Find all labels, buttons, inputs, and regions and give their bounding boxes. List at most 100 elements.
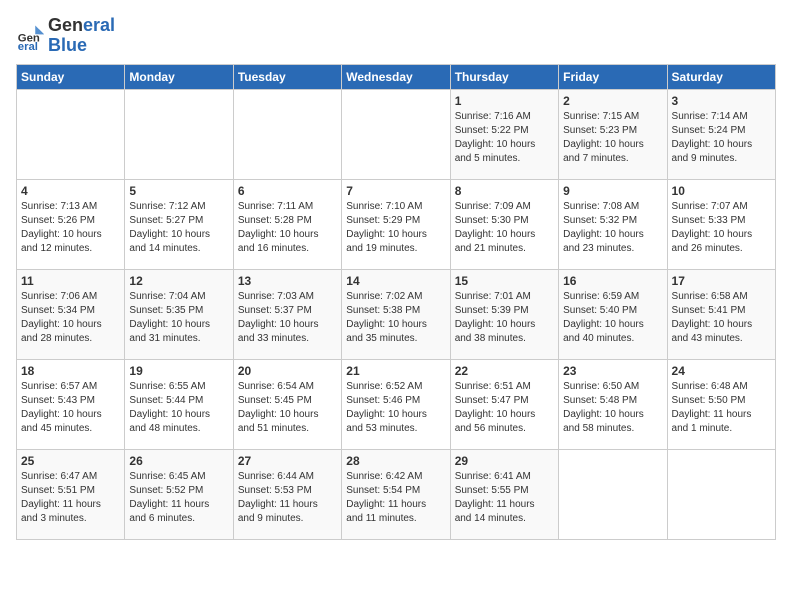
calendar-cell: 15 Sunrise: 7:01 AMSunset: 5:39 PMDayligh…	[450, 269, 558, 359]
calendar-cell: 29 Sunrise: 6:41 AMSunset: 5:55 PMDayligh…	[450, 449, 558, 539]
day-number: 12	[129, 274, 228, 288]
day-number: 11	[21, 274, 120, 288]
day-info: Sunrise: 7:13 AMSunset: 5:26 PMDaylight:…	[21, 200, 120, 256]
calendar-cell: 10Sunrise: 7:07 AMSunset: 5:33 PMDayligh…	[667, 179, 775, 269]
day-info: Sunrise: 6:58 AMSunset: 5:41 PMDaylight:…	[672, 290, 771, 346]
calendar-cell: 22Sunrise: 6:51 AMSunset: 5:47 PMDayligh…	[450, 359, 558, 449]
calendar-cell: 2 Sunrise: 7:15 AMSunset: 5:23 PMDaylight…	[559, 89, 667, 179]
calendar-week-row: 18 Sunrise: 6:57 AMSunset: 5:43 PMDayligh…	[17, 359, 776, 449]
calendar-cell: 19Sunrise: 6:55 AMSunset: 5:44 PMDayligh…	[125, 359, 233, 449]
day-info: Sunrise: 6:45 AMSunset: 5:52 PMDaylight:…	[129, 470, 228, 526]
weekday-header: Saturday	[667, 64, 775, 89]
calendar-cell: 24Sunrise: 6:48 AMSunset: 5:50 PMDayligh…	[667, 359, 775, 449]
day-number: 15	[455, 274, 554, 288]
day-number: 8	[455, 184, 554, 198]
day-number: 6	[238, 184, 337, 198]
day-number: 27	[238, 454, 337, 468]
day-number: 21	[346, 364, 445, 378]
calendar-cell: 21 Sunrise: 6:52 AMSunset: 5:46 PMDayligh…	[342, 359, 450, 449]
day-info: Sunrise: 6:50 AMSunset: 5:48 PMDaylight:…	[563, 380, 662, 436]
calendar-cell	[233, 89, 341, 179]
day-info: Sunrise: 7:15 AMSunset: 5:23 PMDaylight:…	[563, 110, 662, 166]
calendar-cell: 17 Sunrise: 6:58 AMSunset: 5:41 PMDayligh…	[667, 269, 775, 359]
day-info: Sunrise: 7:01 AMSunset: 5:39 PMDaylight:…	[455, 290, 554, 346]
svg-text:eral: eral	[18, 41, 38, 50]
calendar-cell: 9 Sunrise: 7:08 AMSunset: 5:32 PMDaylight…	[559, 179, 667, 269]
calendar-cell: 14 Sunrise: 7:02 AMSunset: 5:38 PMDayligh…	[342, 269, 450, 359]
day-info: Sunrise: 6:52 AMSunset: 5:46 PMDaylight:…	[346, 380, 445, 436]
day-number: 20	[238, 364, 337, 378]
day-number: 18	[21, 364, 120, 378]
calendar-cell: 13Sunrise: 7:03 AMSunset: 5:37 PMDayligh…	[233, 269, 341, 359]
calendar-cell: 26 Sunrise: 6:45 AMSunset: 5:52 PMDayligh…	[125, 449, 233, 539]
day-number: 16	[563, 274, 662, 288]
day-info: Sunrise: 7:02 AMSunset: 5:38 PMDaylight:…	[346, 290, 445, 346]
day-number: 4	[21, 184, 120, 198]
calendar-cell	[17, 89, 125, 179]
page-header: Gen eral General Blue	[16, 16, 776, 56]
day-info: Sunrise: 6:59 AMSunset: 5:40 PMDaylight:…	[563, 290, 662, 346]
calendar-cell: 18 Sunrise: 6:57 AMSunset: 5:43 PMDayligh…	[17, 359, 125, 449]
day-info: Sunrise: 6:42 AMSunset: 5:54 PMDaylight:…	[346, 470, 445, 526]
calendar-cell	[342, 89, 450, 179]
day-info: Sunrise: 7:16 AMSunset: 5:22 PMDaylight:…	[455, 110, 554, 166]
day-number: 28	[346, 454, 445, 468]
day-number: 17	[672, 274, 771, 288]
calendar-week-row: 25Sunrise: 6:47 AMSunset: 5:51 PMDayligh…	[17, 449, 776, 539]
day-number: 5	[129, 184, 228, 198]
calendar-cell: 25Sunrise: 6:47 AMSunset: 5:51 PMDayligh…	[17, 449, 125, 539]
day-info: Sunrise: 7:06 AMSunset: 5:34 PMDaylight:…	[21, 290, 120, 346]
calendar-cell	[559, 449, 667, 539]
calendar-cell: 23Sunrise: 6:50 AMSunset: 5:48 PMDayligh…	[559, 359, 667, 449]
calendar-cell: 3 Sunrise: 7:14 AMSunset: 5:24 PMDaylight…	[667, 89, 775, 179]
day-info: Sunrise: 7:03 AMSunset: 5:37 PMDaylight:…	[238, 290, 337, 346]
day-number: 29	[455, 454, 554, 468]
weekday-header: Tuesday	[233, 64, 341, 89]
logo-text: General Blue	[48, 16, 115, 56]
day-info: Sunrise: 7:14 AMSunset: 5:24 PMDaylight:…	[672, 110, 771, 166]
day-info: Sunrise: 7:04 AMSunset: 5:35 PMDaylight:…	[129, 290, 228, 346]
calendar-cell: 20 Sunrise: 6:54 AMSunset: 5:45 PMDayligh…	[233, 359, 341, 449]
calendar-cell: 11 Sunrise: 7:06 AMSunset: 5:34 PMDayligh…	[17, 269, 125, 359]
calendar-week-row: 11 Sunrise: 7:06 AMSunset: 5:34 PMDayligh…	[17, 269, 776, 359]
calendar-week-row: 1 Sunrise: 7:16 AMSunset: 5:22 PMDaylight…	[17, 89, 776, 179]
day-number: 22	[455, 364, 554, 378]
calendar-week-row: 4 Sunrise: 7:13 AMSunset: 5:26 PMDaylight…	[17, 179, 776, 269]
day-info: Sunrise: 6:41 AMSunset: 5:55 PMDaylight:…	[455, 470, 554, 526]
day-number: 7	[346, 184, 445, 198]
day-number: 14	[346, 274, 445, 288]
calendar-cell	[125, 89, 233, 179]
day-info: Sunrise: 6:57 AMSunset: 5:43 PMDaylight:…	[21, 380, 120, 436]
calendar-cell: 8 Sunrise: 7:09 AMSunset: 5:30 PMDaylight…	[450, 179, 558, 269]
day-number: 2	[563, 94, 662, 108]
day-number: 3	[672, 94, 771, 108]
calendar-cell: 16 Sunrise: 6:59 AMSunset: 5:40 PMDayligh…	[559, 269, 667, 359]
calendar-cell	[667, 449, 775, 539]
weekday-header: Monday	[125, 64, 233, 89]
calendar-table: SundayMondayTuesdayWednesdayThursdayFrid…	[16, 64, 776, 540]
day-info: Sunrise: 6:44 AMSunset: 5:53 PMDaylight:…	[238, 470, 337, 526]
calendar-cell: 28 Sunrise: 6:42 AMSunset: 5:54 PMDayligh…	[342, 449, 450, 539]
calendar-cell: 6 Sunrise: 7:11 AMSunset: 5:28 PMDaylight…	[233, 179, 341, 269]
weekday-header: Friday	[559, 64, 667, 89]
day-number: 9	[563, 184, 662, 198]
day-info: Sunrise: 7:11 AMSunset: 5:28 PMDaylight:…	[238, 200, 337, 256]
calendar-cell: 12 Sunrise: 7:04 AMSunset: 5:35 PMDayligh…	[125, 269, 233, 359]
calendar-cell: 27 Sunrise: 6:44 AMSunset: 5:53 PMDayligh…	[233, 449, 341, 539]
day-info: Sunrise: 7:08 AMSunset: 5:32 PMDaylight:…	[563, 200, 662, 256]
day-number: 1	[455, 94, 554, 108]
calendar-cell: 1 Sunrise: 7:16 AMSunset: 5:22 PMDaylight…	[450, 89, 558, 179]
day-info: Sunrise: 7:10 AMSunset: 5:29 PMDaylight:…	[346, 200, 445, 256]
day-info: Sunrise: 6:55 AMSunset: 5:44 PMDaylight:…	[129, 380, 228, 436]
weekday-header-row: SundayMondayTuesdayWednesdayThursdayFrid…	[17, 64, 776, 89]
weekday-header: Wednesday	[342, 64, 450, 89]
day-info: Sunrise: 7:07 AMSunset: 5:33 PMDaylight:…	[672, 200, 771, 256]
logo-icon: Gen eral	[16, 22, 44, 50]
weekday-header: Thursday	[450, 64, 558, 89]
day-info: Sunrise: 7:09 AMSunset: 5:30 PMDaylight:…	[455, 200, 554, 256]
day-info: Sunrise: 6:54 AMSunset: 5:45 PMDaylight:…	[238, 380, 337, 436]
calendar-cell: 4 Sunrise: 7:13 AMSunset: 5:26 PMDaylight…	[17, 179, 125, 269]
calendar-cell: 5Sunrise: 7:12 AMSunset: 5:27 PMDaylight…	[125, 179, 233, 269]
day-number: 26	[129, 454, 228, 468]
day-number: 25	[21, 454, 120, 468]
